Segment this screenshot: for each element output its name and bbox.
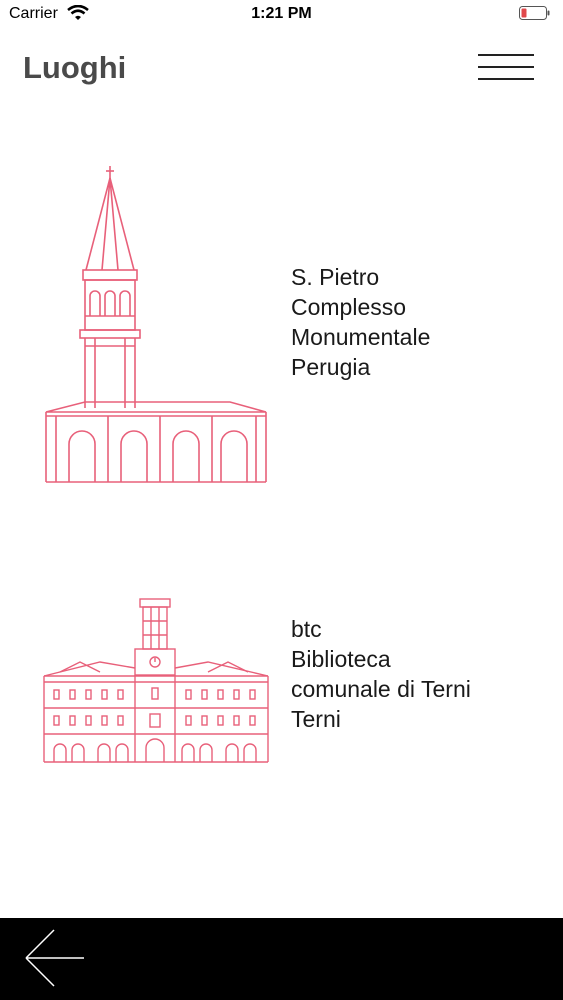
church-tower-illustration <box>45 166 267 483</box>
place-name-line: Complesso <box>291 294 407 320</box>
place-title: S. Pietro Complesso Monumentale Perugia <box>291 262 430 382</box>
place-title: btc Biblioteca comunale di Terni Terni <box>291 614 471 734</box>
place-city: Perugia <box>291 354 371 380</box>
place-item-san-pietro[interactable]: S. Pietro Complesso Monumentale Perugia <box>0 160 563 500</box>
place-name-line: comunale di Terni <box>291 676 471 702</box>
page-title: Luoghi <box>23 50 127 85</box>
place-name-line: btc <box>291 616 322 642</box>
hamburger-menu-icon[interactable] <box>474 52 538 84</box>
bottom-bar <box>0 918 563 1000</box>
place-city: Terni <box>291 706 341 732</box>
place-name-line: S. Pietro <box>291 264 380 290</box>
place-name-line: Biblioteca <box>291 646 391 672</box>
battery-low-icon <box>519 6 550 20</box>
place-name-line: Monumentale <box>291 324 431 350</box>
place-item-biblioteca[interactable]: btc Biblioteca comunale di Terni Terni <box>0 590 563 770</box>
library-building-illustration <box>43 598 269 763</box>
header: Luoghi <box>0 40 563 100</box>
status-bar: Carrier 1:21 PM <box>0 0 563 30</box>
clock-time: 1:21 PM <box>251 5 312 22</box>
back-arrow-icon[interactable] <box>20 926 90 990</box>
